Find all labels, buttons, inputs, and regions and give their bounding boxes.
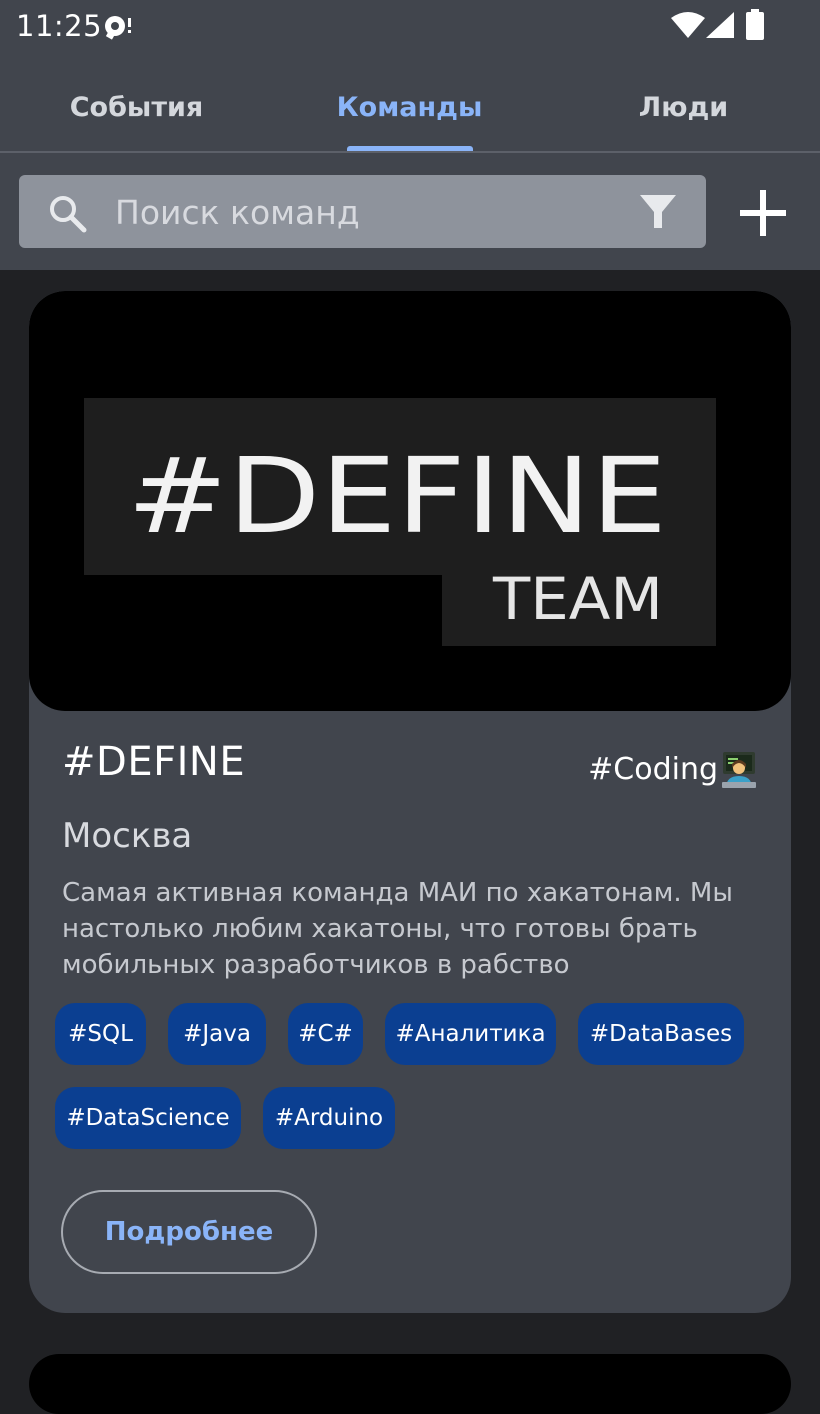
status-bar: 11:25 [0,0,820,52]
add-team-button[interactable] [736,186,790,240]
team-category-label: #Coding [588,751,718,787]
wifi-icon [671,12,705,38]
battery-icon [746,9,764,40]
tab-divider [0,151,820,153]
tab-bar: События Команды Люди [0,62,820,152]
tab-people[interactable]: Люди [547,62,820,152]
team-description: Самая активная команда МАИ по хакатонам.… [62,878,733,980]
tag-analytics[interactable]: #Аналитика [385,1003,556,1065]
details-button[interactable]: Подробнее [61,1190,317,1274]
search-bar[interactable] [19,175,706,248]
logo-sub-text: TEAM [492,565,663,633]
tag-csharp[interactable]: #C# [288,1003,363,1065]
next-team-card[interactable] [29,1354,791,1414]
logo-main-text: #DEFINE [127,435,667,557]
signal-icon [706,12,734,38]
team-name: #DEFINE [62,739,246,785]
notification-icon [105,16,131,40]
filter-icon[interactable] [639,193,677,231]
tab-events[interactable]: События [0,62,273,152]
search-input[interactable] [115,186,615,238]
team-card[interactable]: #DEFINE TEAM #DEFINE #Coding Москва Сама… [29,291,791,1313]
tag-sql[interactable]: #SQL [55,1003,146,1065]
tag-databases[interactable]: #DataBases [578,1003,744,1065]
tag-arduino[interactable]: #Arduino [263,1087,395,1149]
team-logo-image: #DEFINE TEAM [29,291,791,711]
technologist-icon [722,752,756,788]
define-team-logo: #DEFINE TEAM [84,398,716,646]
team-city: Москва [62,816,193,856]
search-icon [50,196,87,233]
app-header: 11:25 События Команды Люди [0,0,820,270]
tab-teams[interactable]: Команды [273,62,546,152]
team-category: #Coding [588,750,758,788]
tag-datascience[interactable]: #DataScience [55,1087,241,1149]
tag-java[interactable]: #Java [168,1003,266,1065]
status-time: 11:25 [16,9,103,43]
